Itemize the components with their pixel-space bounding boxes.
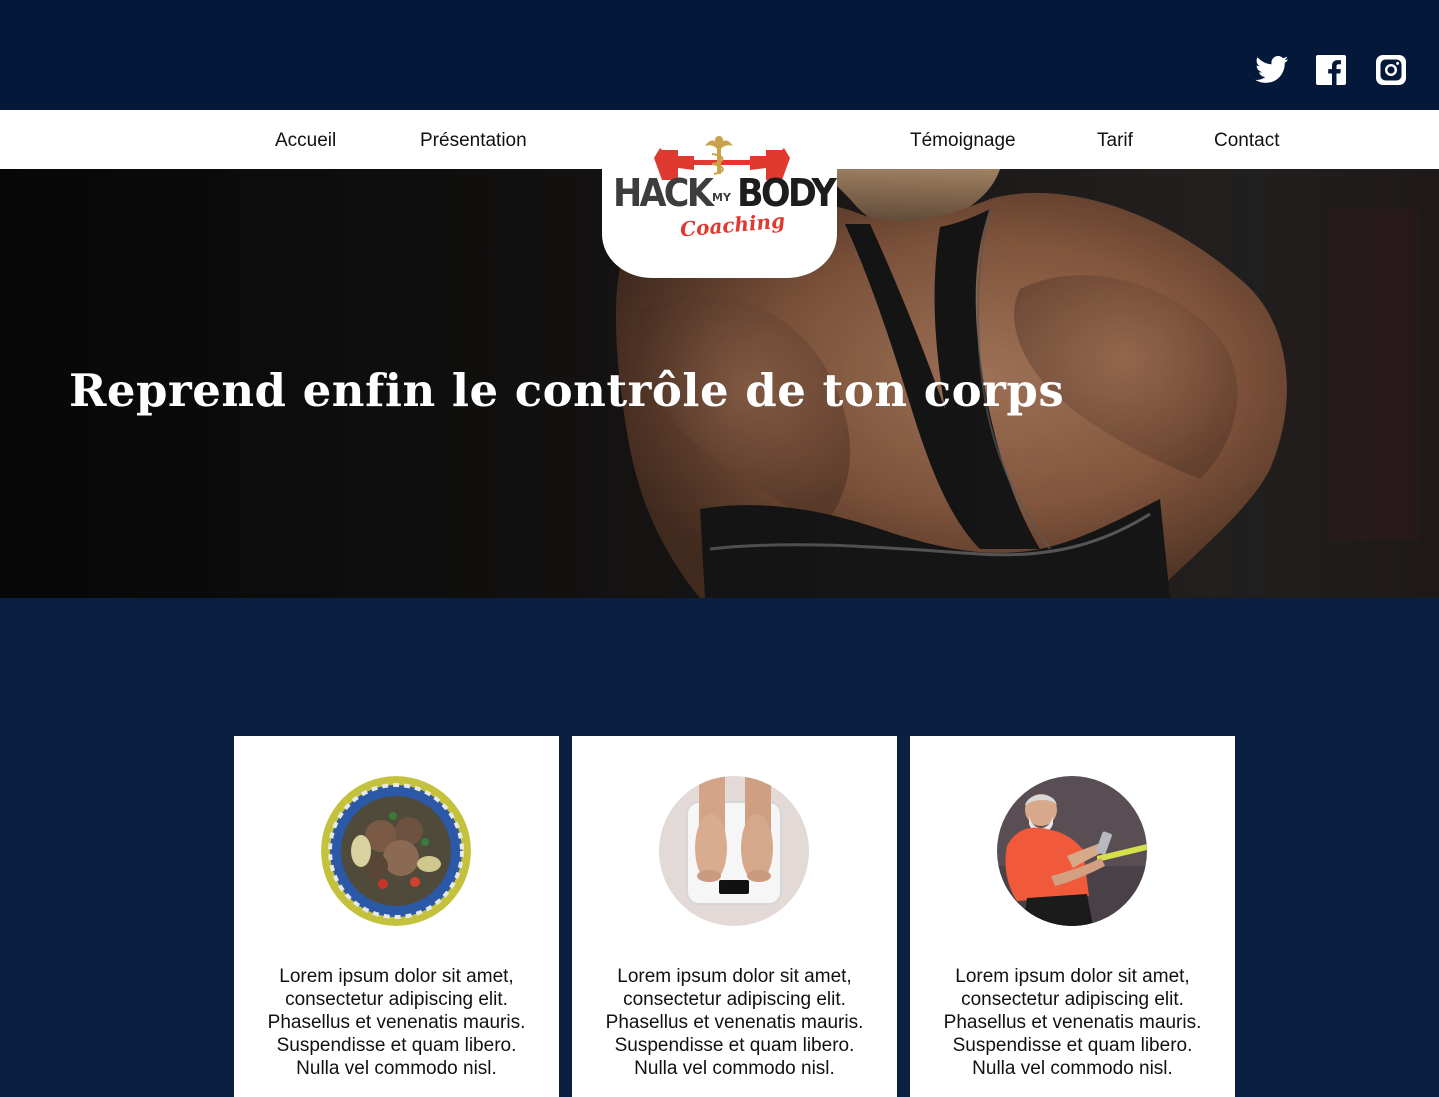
feature-card-weight: Lorem ipsum dolor sit amet, consectetur …: [572, 736, 897, 1097]
feature-card-nutrition: Lorem ipsum dolor sit amet, consectetur …: [234, 736, 559, 1097]
logo-word-body: BODY: [737, 171, 837, 215]
logo-word-my: MY: [712, 191, 731, 204]
card-text: Lorem ipsum dolor sit amet, consectetur …: [943, 966, 1202, 1079]
card-text: Lorem ipsum dolor sit amet, consectetur …: [267, 966, 526, 1079]
site-logo[interactable]: HACK MY BODY Coaching: [602, 110, 837, 278]
runner-with-phone-photo: [997, 776, 1147, 926]
facebook-icon[interactable]: [1313, 52, 1349, 88]
salad-bowl-photo: [321, 776, 471, 926]
dumbbell-caduceus-icon: [654, 136, 790, 180]
nav-item-contact[interactable]: Contact: [1214, 110, 1279, 169]
twitter-icon[interactable]: [1254, 52, 1290, 88]
card-text: Lorem ipsum dolor sit amet, consectetur …: [605, 966, 864, 1079]
nav-item-temoignage[interactable]: Témoignage: [910, 110, 1016, 169]
nav-item-presentation[interactable]: Présentation: [420, 110, 527, 169]
top-bar: [0, 0, 1439, 110]
logo-word-hack: HACK: [613, 171, 714, 215]
nav-item-accueil[interactable]: Accueil: [275, 110, 336, 169]
feature-card-tracking: Lorem ipsum dolor sit amet, consectetur …: [910, 736, 1235, 1097]
hero-title: Reprend enfin le contrôle de ton corps: [69, 364, 1065, 417]
nav-item-tarif[interactable]: Tarif: [1097, 110, 1133, 169]
instagram-icon[interactable]: [1373, 52, 1409, 88]
bathroom-scale-photo: [659, 776, 809, 926]
